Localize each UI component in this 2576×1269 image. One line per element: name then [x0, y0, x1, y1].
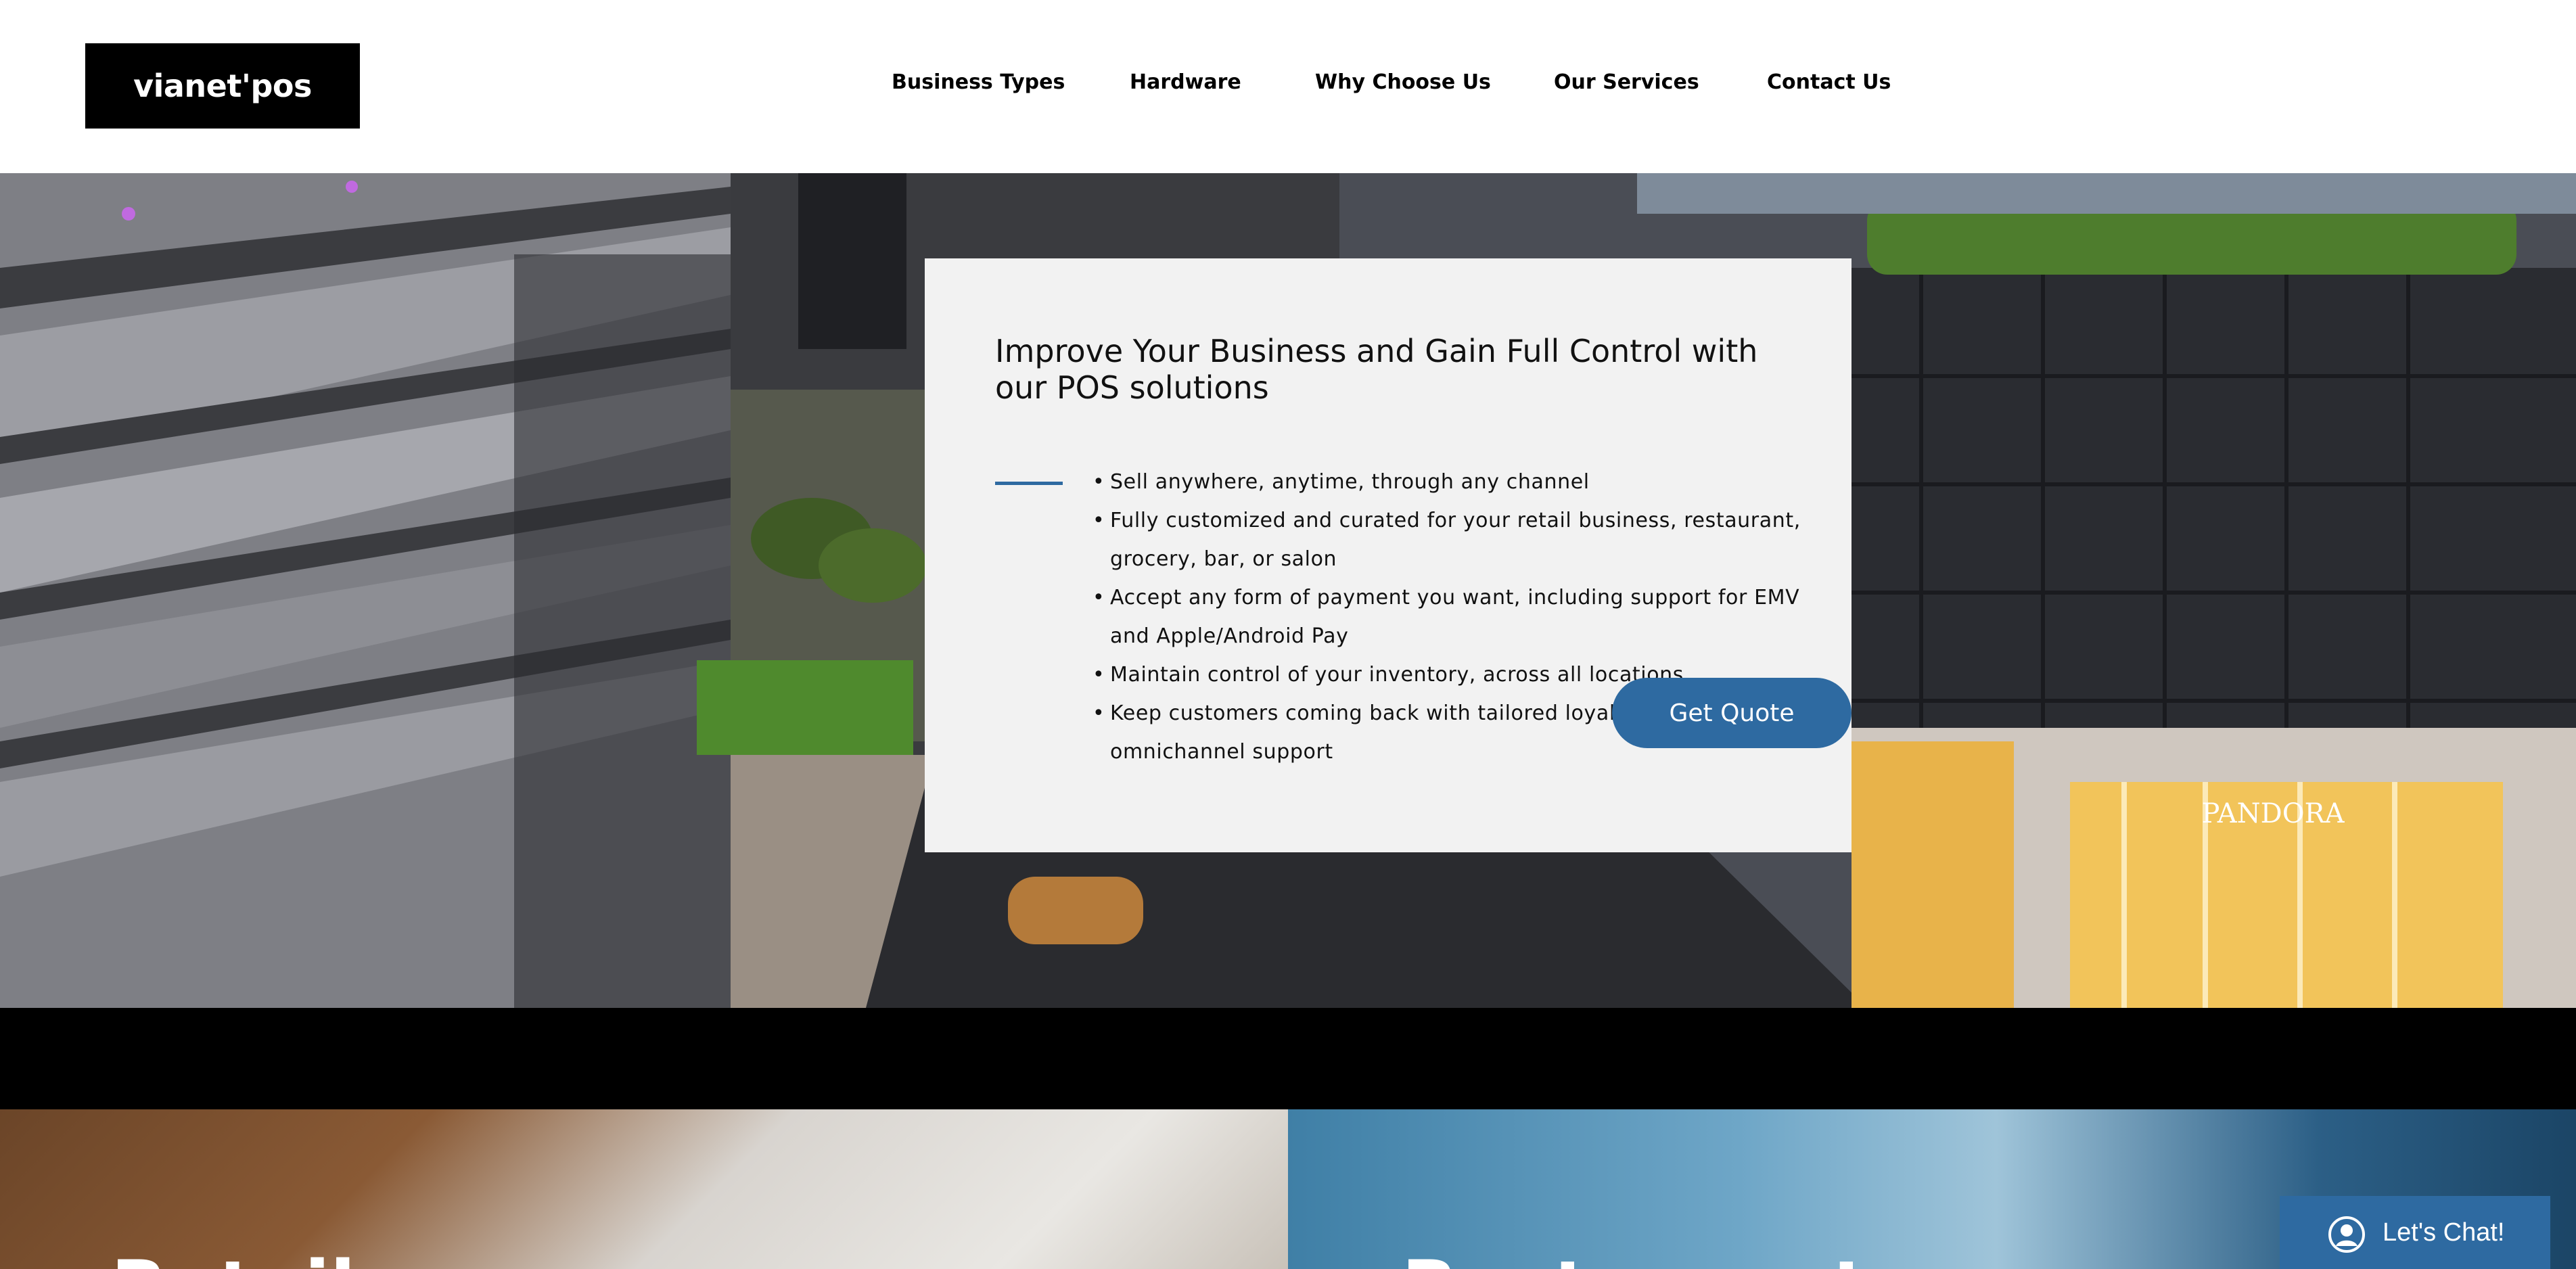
user-icon: [2328, 1216, 2365, 1253]
chat-widget-button[interactable]: Let's Chat!: [2280, 1196, 2550, 1269]
hero-title: Improve Your Business and Gain Full Cont…: [995, 333, 1758, 406]
tile-restaurant-label: Restaurant: [1402, 1245, 1868, 1269]
accent-divider: [995, 482, 1063, 485]
get-quote-label: Get Quote: [1669, 699, 1795, 727]
hero-section: PANDORA Improve Your Business and Gain F…: [0, 173, 2576, 1008]
nav-business-types[interactable]: Business Types: [892, 70, 1065, 94]
tile-retail-label: Retail: [111, 1245, 356, 1269]
feature-item: Sell anywhere, anytime, through any chan…: [1092, 463, 1827, 501]
feature-item: Fully customized and curated for your re…: [1092, 501, 1827, 578]
site-header: vianet'pos Business Types Hardware Why C…: [0, 0, 2576, 173]
hero-info-card: Improve Your Business and Gain Full Cont…: [925, 258, 1852, 852]
storefront-sign: PANDORA: [2202, 798, 2345, 829]
nav-our-services[interactable]: Our Services: [1554, 70, 1699, 94]
chat-label: Let's Chat!: [2383, 1218, 2505, 1247]
get-quote-button[interactable]: Get Quote: [1612, 678, 1852, 748]
section-divider-band: [0, 1008, 2576, 1109]
tile-retail[interactable]: Retail: [0, 1109, 1288, 1269]
nav-contact-us[interactable]: Contact Us: [1767, 70, 1891, 94]
main-nav: Business Types Hardware Why Choose Us Ou…: [0, 0, 2576, 173]
feature-item: Accept any form of payment you want, inc…: [1092, 578, 1827, 655]
nav-why-choose-us[interactable]: Why Choose Us: [1315, 70, 1491, 94]
nav-hardware[interactable]: Hardware: [1130, 70, 1241, 94]
